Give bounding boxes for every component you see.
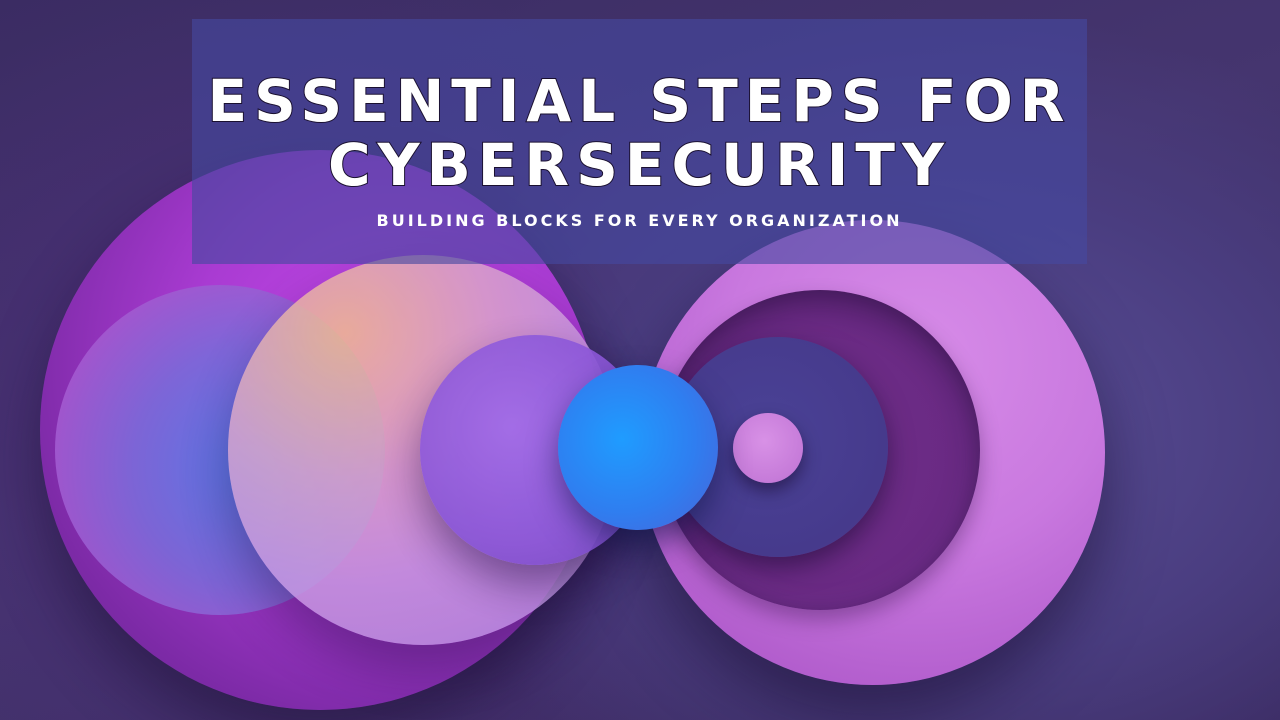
slide-title: ESSENTIAL STEPS FOR CYBERSECURITY bbox=[192, 19, 1087, 199]
purple-ring-disc bbox=[660, 290, 980, 610]
title-slide: ESSENTIAL STEPS FOR CYBERSECURITY BUILDI… bbox=[0, 0, 1280, 720]
peach-translucent-disc bbox=[228, 255, 618, 645]
title-line-1: ESSENTIAL STEPS FOR bbox=[207, 67, 1072, 135]
slide-subtitle: BUILDING BLOCKS FOR EVERY ORGANIZATION bbox=[376, 211, 903, 230]
violet-disc bbox=[420, 335, 650, 565]
bright-blue-disc bbox=[558, 365, 718, 530]
pink-disc bbox=[640, 220, 1105, 685]
title-panel: ESSENTIAL STEPS FOR CYBERSECURITY BUILDI… bbox=[192, 19, 1087, 264]
indigo-inner-disc bbox=[668, 337, 888, 557]
blue-glow-disc bbox=[55, 285, 385, 615]
title-line-2: CYBERSECURITY bbox=[327, 131, 951, 199]
pink-center-dot bbox=[733, 413, 803, 483]
